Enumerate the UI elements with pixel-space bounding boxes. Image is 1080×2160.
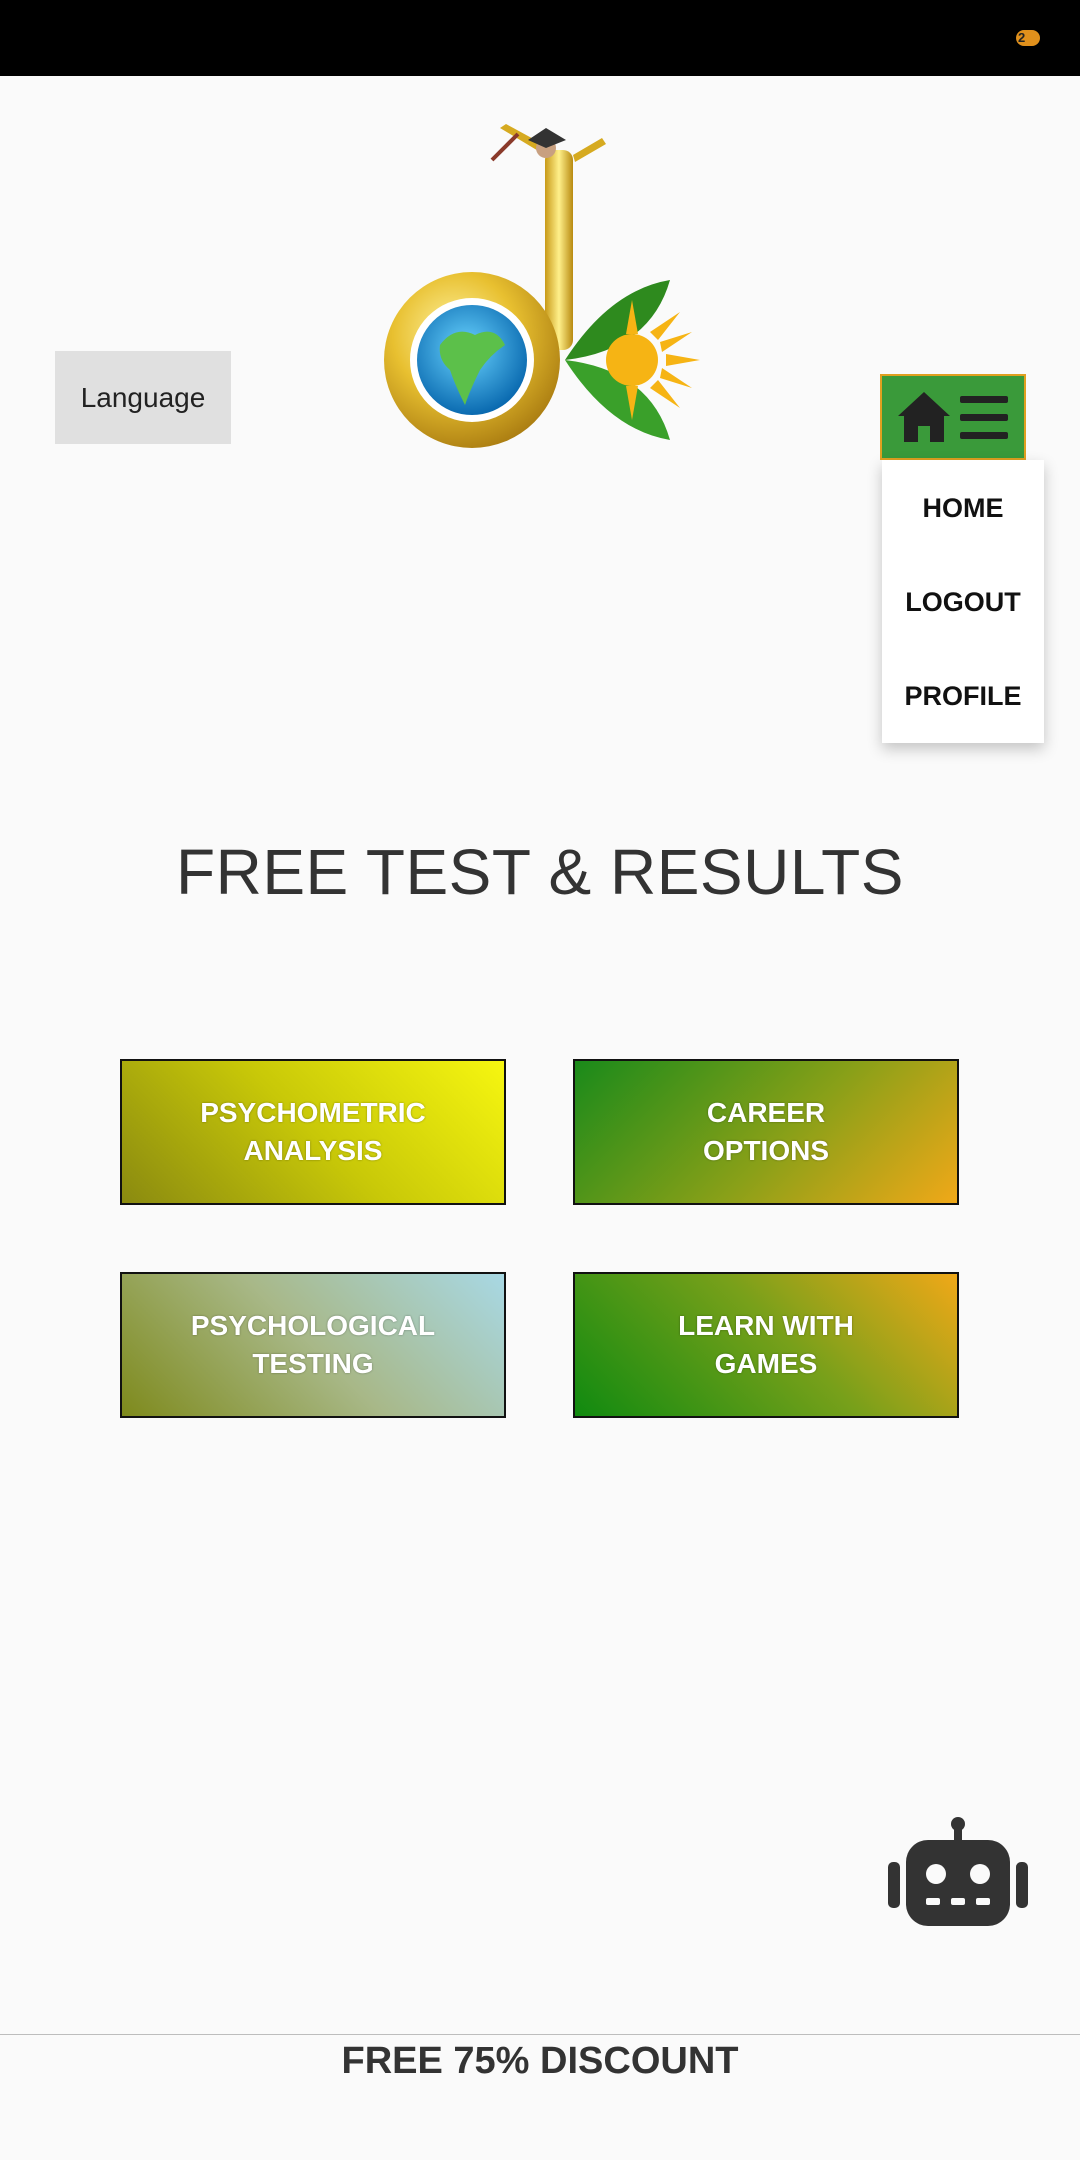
language-button[interactable]: Language <box>55 351 231 444</box>
tile-label-line: CAREER <box>706 1097 826 1128</box>
discount-banner[interactable]: FREE 75% DISCOUNT <box>0 2040 1080 2083</box>
career-options-button[interactable]: CAREER OPTIONS <box>573 1059 959 1205</box>
menu-item-profile[interactable]: PROFILE <box>882 666 1044 726</box>
menu-button[interactable] <box>880 374 1026 460</box>
dropdown-menu: HOME LOGOUT PROFILE <box>882 460 1044 743</box>
menu-item-home[interactable]: HOME <box>882 478 1044 538</box>
status-indicator: 2 <box>1016 30 1040 46</box>
hamburger-icon <box>960 396 1008 439</box>
footer-divider <box>0 2034 1080 2035</box>
tile-label-line: PSYCHOLOGICAL <box>190 1310 436 1341</box>
page-title: FREE TEST & RESULTS <box>176 836 904 908</box>
tile-label-line: LEARN WITH <box>678 1310 854 1341</box>
dk-logo <box>384 124 700 448</box>
tile-label-line: GAMES <box>714 1348 818 1379</box>
psychological-testing-button[interactable]: PSYCHOLOGICAL TESTING <box>120 1272 506 1418</box>
tile-label-line: PSYCHOMETRIC <box>200 1097 426 1128</box>
tile-label-line: OPTIONS <box>702 1135 829 1166</box>
tile-label-line: ANALYSIS <box>243 1135 383 1166</box>
learn-with-games-button[interactable]: LEARN WITH GAMES <box>573 1272 959 1418</box>
psychometric-analysis-button[interactable]: PSYCHOMETRIC ANALYSIS <box>120 1059 506 1205</box>
tile-label-line: TESTING <box>252 1348 374 1379</box>
menu-item-logout[interactable]: LOGOUT <box>882 572 1044 632</box>
status-bar: 2 <box>0 0 1080 76</box>
home-icon <box>898 392 950 442</box>
robot-icon[interactable] <box>888 1816 1028 1928</box>
